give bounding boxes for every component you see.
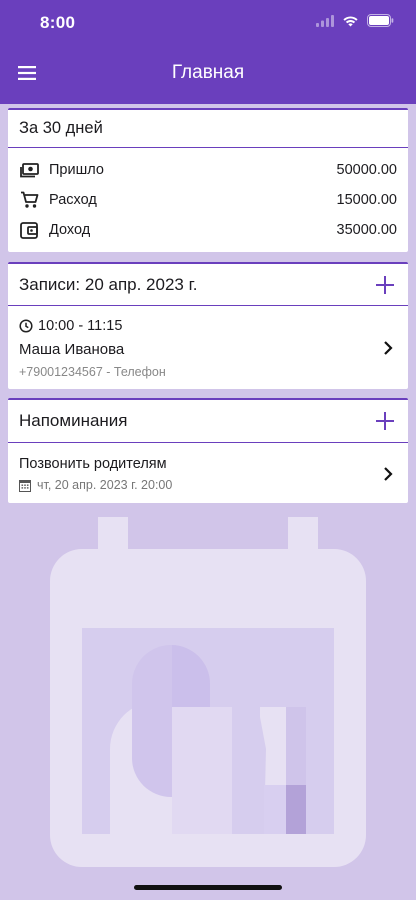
add-reminder-button[interactable]: [376, 412, 394, 430]
calendar-icon: [19, 479, 31, 492]
signal-icon: [316, 14, 334, 27]
appointment-item[interactable]: 10:00 - 11:15 Маша Иванова +79001234567 …: [8, 306, 408, 389]
wallet-icon: [19, 220, 39, 240]
stat-row-expense: Расход 15000.00: [8, 185, 408, 215]
appointments-title: Записи: 20 апр. 2023 г.: [19, 274, 198, 294]
stat-label: Пришло: [49, 162, 104, 178]
reminder-text: Позвонить родителям: [19, 456, 167, 472]
status-icons: [316, 14, 394, 27]
appointments-card: Записи: 20 апр. 2023 г. 10:00 - 11:15 Ма…: [8, 262, 408, 389]
appointment-contact: +79001234567 - Телефон: [19, 365, 166, 379]
status-bar: 8:00: [0, 0, 416, 46]
reminder-date: чт, 20 апр. 2023 г. 20:00: [37, 478, 173, 492]
stats-card: За 30 дней Пришло 50000.00 Расход 15000.…: [8, 108, 408, 252]
reminders-card: Напоминания Позвонить родителям чт, 20 а…: [8, 398, 408, 503]
cart-icon: [19, 190, 39, 210]
stat-label: Расход: [49, 192, 97, 208]
calendar-illustration-icon: [50, 517, 366, 867]
stat-label: Доход: [49, 222, 91, 238]
stat-row-profit: Доход 35000.00: [8, 215, 408, 245]
home-indicator: [134, 885, 282, 890]
stat-value: 50000.00: [336, 162, 397, 178]
reminders-title: Напоминания: [19, 411, 128, 430]
stats-card-header: За 30 дней: [8, 110, 408, 148]
status-time: 8:00: [40, 13, 76, 32]
battery-icon: [367, 14, 394, 27]
wifi-icon: [343, 15, 358, 26]
clock-icon: [19, 319, 33, 333]
chevron-right-icon: [384, 466, 393, 481]
add-appointment-button[interactable]: [376, 275, 394, 294]
chevron-right-icon: [384, 340, 393, 355]
cash-icon: [19, 160, 39, 180]
appointments-card-header: Записи: 20 апр. 2023 г.: [8, 264, 408, 306]
appointment-time: 10:00 - 11:15: [38, 318, 123, 334]
page-title: Главная: [171, 62, 245, 83]
stat-value: 15000.00: [336, 192, 397, 208]
stat-value: 35000.00: [336, 222, 397, 238]
appointment-client-name: Маша Иванова: [19, 341, 125, 358]
app-bar: 8:00 Главная: [0, 0, 416, 104]
stats-title: За 30 дней: [19, 119, 103, 137]
stat-row-income: Пришло 50000.00: [8, 155, 408, 185]
reminder-item[interactable]: Позвонить родителям чт, 20 апр. 2023 г. …: [8, 443, 408, 503]
reminders-card-header: Напоминания: [8, 400, 408, 443]
